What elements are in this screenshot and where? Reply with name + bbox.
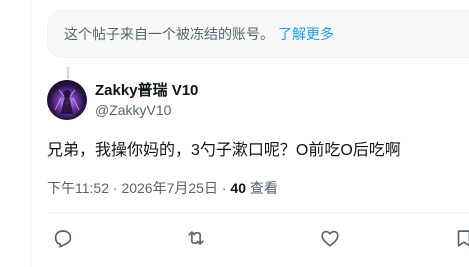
- divider: [47, 212, 469, 213]
- notice-text: 这个帖子来自一个被冻结的账号。: [64, 26, 274, 42]
- bookmark-icon: [457, 230, 469, 247]
- reply-button[interactable]: [50, 226, 74, 250]
- meta-separator: ·: [112, 180, 118, 196]
- like-button[interactable]: [318, 226, 342, 250]
- reply-icon: [54, 230, 72, 248]
- avatar[interactable]: [47, 80, 87, 120]
- post-text: 兄弟，我操你妈的，3勺子漱口呢？O前吃O后吃啊: [47, 142, 401, 159]
- action-bar: [50, 226, 469, 250]
- views-label: 查看: [249, 180, 278, 196]
- tweet-detail: 这个帖子来自一个被冻结的账号。 了解更多 Zakky普瑞 V10 @ZakkyV…: [0, 0, 469, 267]
- post-time[interactable]: 下午11:52: [47, 180, 109, 196]
- bookmark-button[interactable]: [452, 226, 469, 250]
- views-count: 40: [230, 180, 246, 196]
- suspended-account-notice: 这个帖子来自一个被冻结的账号。 了解更多: [47, 10, 469, 58]
- post-meta: 下午11:52 · 2026年7月25日 · 40 查看: [47, 178, 278, 198]
- avatar-image: [47, 80, 87, 120]
- retweet-button[interactable]: [184, 226, 208, 250]
- post-date[interactable]: 2026年7月25日: [121, 180, 218, 196]
- learn-more-link[interactable]: 了解更多: [278, 24, 334, 44]
- thread-connector: [67, 67, 69, 79]
- author-block[interactable]: Zakky普瑞 V10 @ZakkyV10: [95, 82, 198, 119]
- column-border: [30, 0, 31, 267]
- like-icon: [321, 230, 339, 247]
- author-name[interactable]: Zakky普瑞 V10: [95, 82, 198, 101]
- meta-separator: ·: [221, 180, 227, 196]
- author-handle[interactable]: @ZakkyV10: [95, 102, 198, 120]
- retweet-icon: [188, 231, 204, 245]
